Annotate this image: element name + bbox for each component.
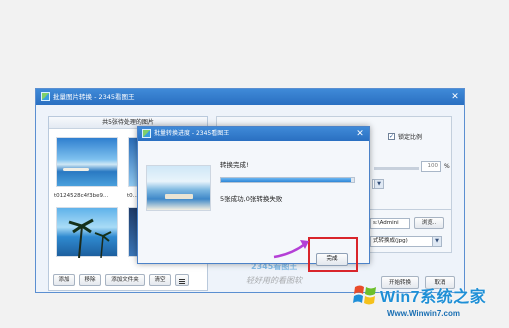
scale-percent-input[interactable]: 100: [421, 161, 441, 172]
main-close-icon[interactable]: ✕: [448, 89, 462, 105]
windows-logo-icon: [353, 285, 376, 305]
output-format-dropdown[interactable]: 式转换成(jpg) ▼: [370, 236, 442, 247]
output-format-value: 式转换成(jpg): [373, 238, 408, 244]
main-titlebar: 批量图片转换 - 2345看图王 ✕: [36, 89, 464, 105]
output-path-input[interactable]: s:\Admini: [370, 218, 410, 229]
app-icon: [142, 129, 151, 138]
clear-button[interactable]: 清空: [149, 274, 171, 286]
thumbnail-caption: t0124528c4f3be9...: [54, 193, 109, 199]
preview-boat: [165, 194, 193, 199]
progress-summary: 5张成功,0张转换失败: [220, 195, 283, 203]
add-button[interactable]: 添加: [53, 274, 75, 286]
arrow-annotation: [273, 240, 309, 259]
remove-button[interactable]: 移除: [79, 274, 101, 286]
lock-ratio-checkbox[interactable]: ✓: [388, 133, 395, 140]
progress-dialog-title: 批量转换进度 - 2345看图王: [154, 130, 230, 137]
preview-image: [146, 165, 211, 211]
thumbnail-wave: [63, 168, 89, 171]
main-window-title: 批量图片转换 - 2345看图王: [53, 93, 135, 101]
app-icon: [41, 92, 50, 101]
progress-titlebar: 批量转换进度 - 2345看图王 ✕: [138, 127, 369, 141]
watermark-slogan: 轻好用的看图软: [246, 276, 302, 285]
browse-button[interactable]: 浏览..: [414, 217, 444, 229]
chevron-down-icon: ▼: [432, 237, 441, 246]
progress-bar: [220, 177, 355, 183]
chevron-down-icon: ▼: [374, 180, 383, 188]
watermark-url: Www.Winwin7.com: [387, 309, 460, 318]
thumbnail-image[interactable]: [56, 207, 118, 258]
done-button[interactable]: 完成: [316, 253, 348, 266]
scale-slider-track[interactable]: [374, 167, 419, 170]
add-folder-button[interactable]: 添加文件夹: [105, 274, 145, 286]
list-view-button[interactable]: [175, 274, 189, 286]
thumbnail-image[interactable]: [56, 137, 118, 187]
watermark-brand: Win7系统之家: [380, 289, 487, 306]
progress-dialog: 批量转换进度 - 2345看图王 ✕ 转换完成! 5张成功,0张转换失败 完成: [137, 126, 370, 272]
progress-body: 转换完成! 5张成功,0张转换失败 完成: [138, 141, 369, 272]
lock-ratio-label: 锁定比例: [398, 134, 423, 141]
palm-tree-graphic: [68, 218, 112, 258]
progress-close-icon[interactable]: ✕: [353, 127, 367, 141]
percent-unit-label: %: [444, 163, 450, 170]
progress-status: 转换完成!: [220, 161, 249, 169]
progress-fill: [221, 178, 352, 182]
size-dropdown[interactable]: ▼: [372, 179, 384, 189]
